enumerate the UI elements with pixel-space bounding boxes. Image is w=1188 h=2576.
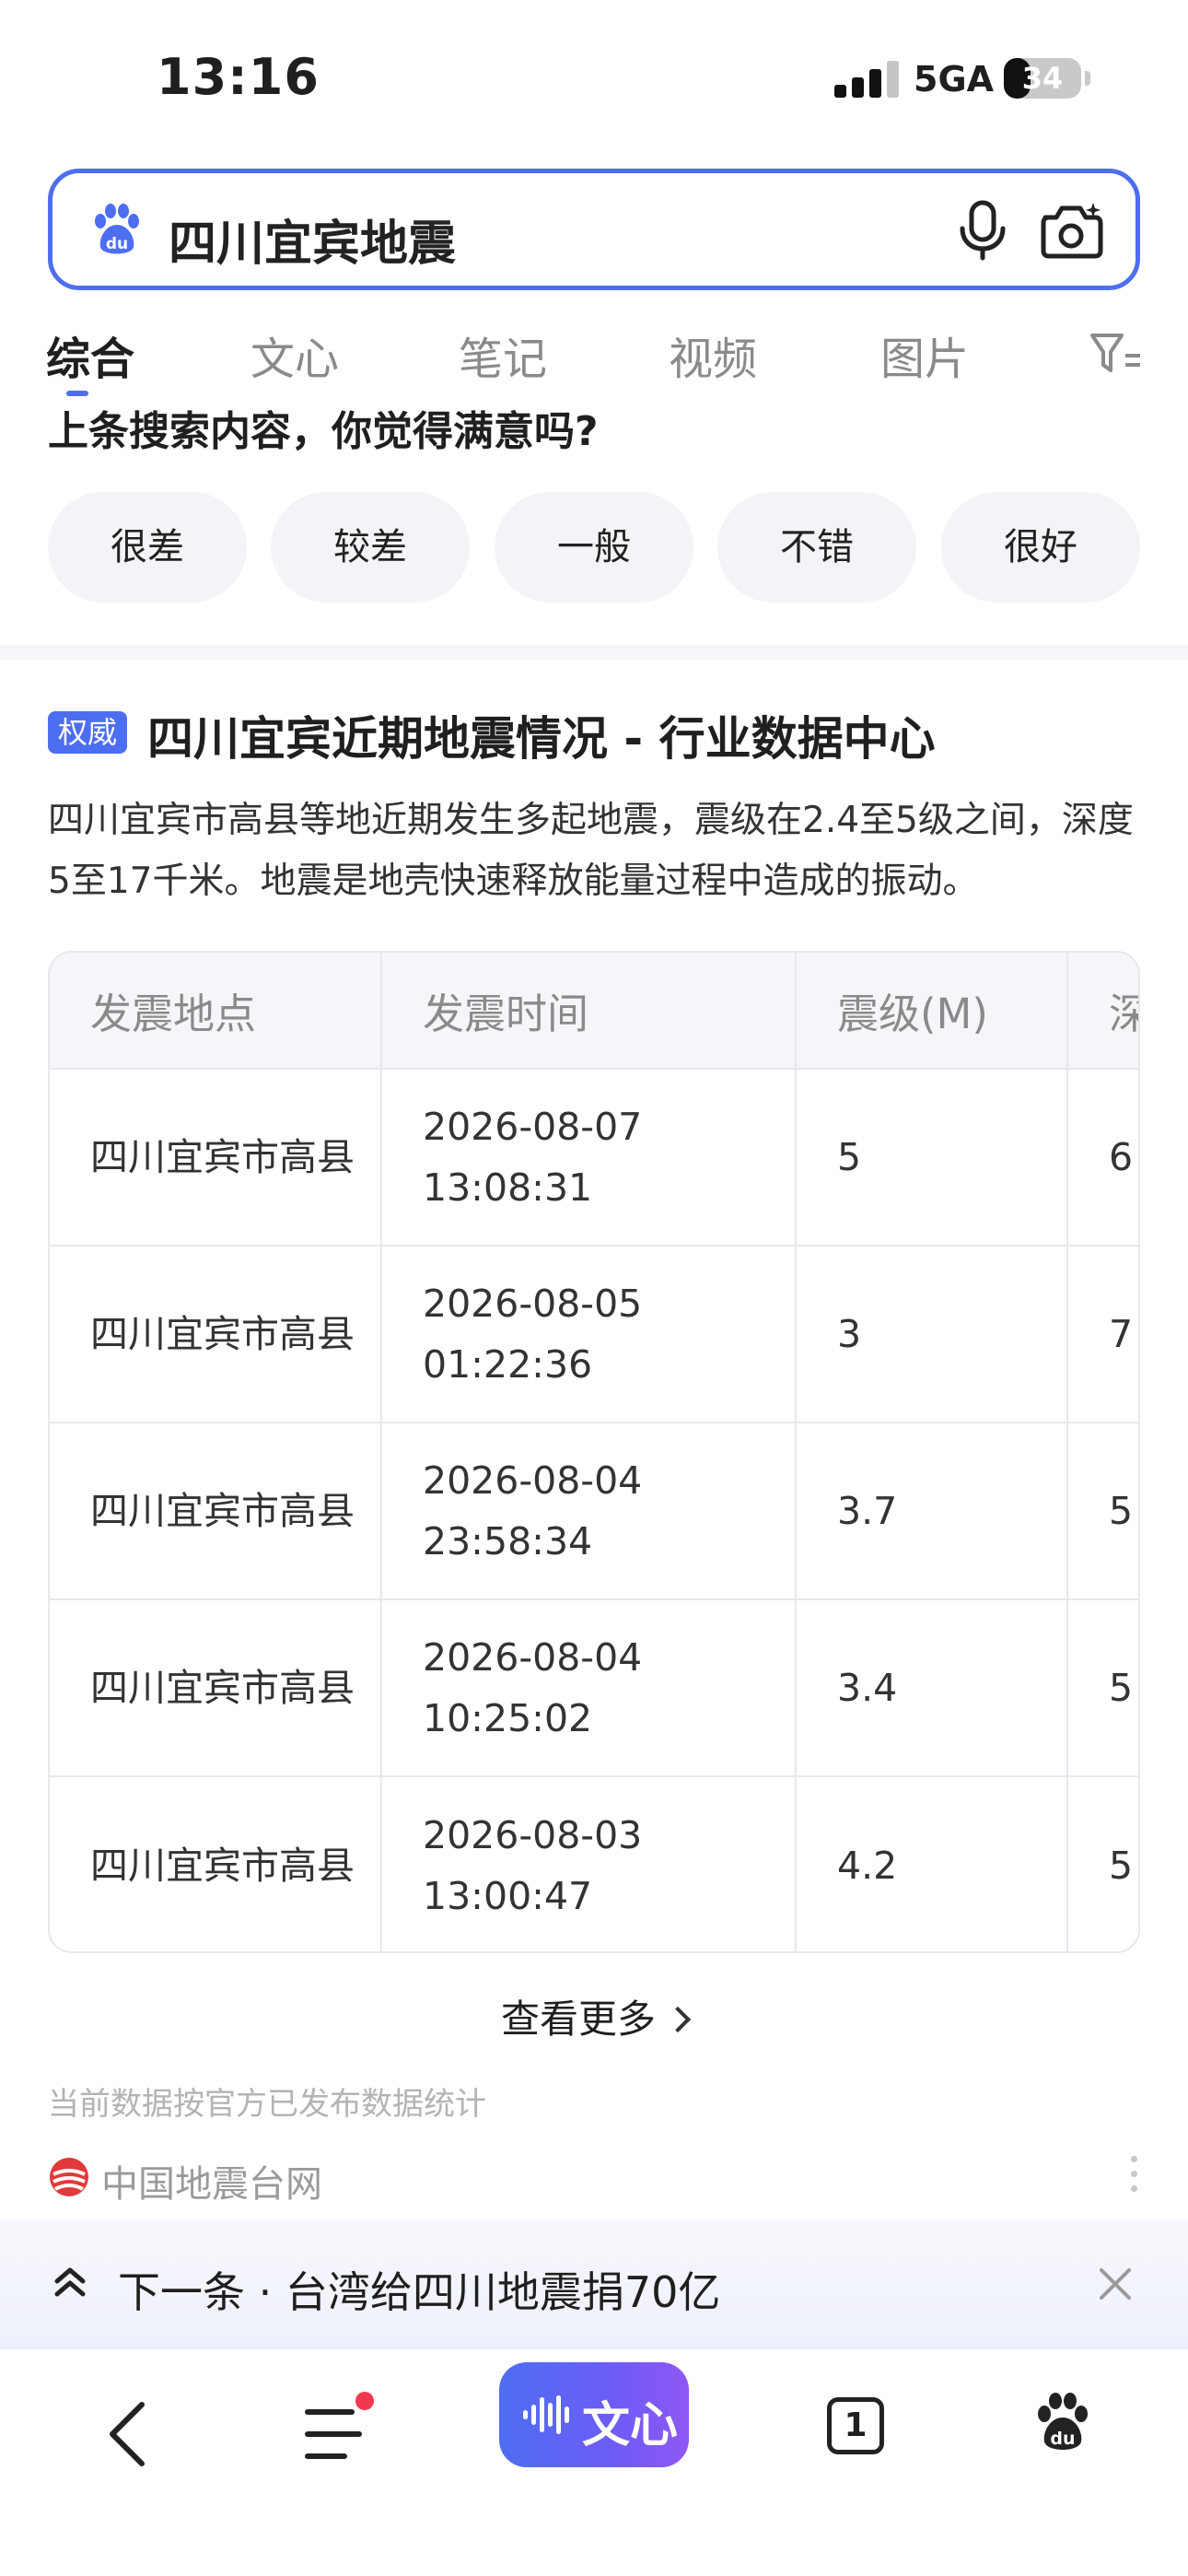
cell-time: 2026-08-03 13:00:47 bbox=[381, 1776, 797, 1951]
feedback-average-button[interactable]: 一般 bbox=[495, 492, 693, 603]
cell-magnitude: 3.4 bbox=[796, 1599, 1068, 1777]
authority-badge: 权威 bbox=[48, 711, 127, 754]
wenxin-label: 文心 bbox=[582, 2398, 679, 2453]
see-more-label: 查看更多 bbox=[500, 1996, 656, 2042]
svg-text:du: du bbox=[1050, 2429, 1075, 2449]
cell-magnitude: 3.7 bbox=[796, 1423, 1068, 1600]
feedback-very-good-button[interactable]: 很好 bbox=[941, 492, 1140, 603]
cell-location: 四川宜宾市高县 bbox=[50, 1599, 382, 1777]
camera-search-icon[interactable] bbox=[1038, 201, 1106, 260]
table-header-row: 发震地点 发震时间 震级(M) 深 bbox=[50, 953, 1138, 1070]
status-bar: 13:16 5GA 34 bbox=[0, 0, 1188, 157]
cell-location: 四川宜宾市高县 bbox=[50, 1776, 382, 1951]
baidu-paw-icon: du bbox=[95, 204, 139, 254]
cell-time: 2026-08-07 13:08:31 bbox=[381, 1069, 797, 1247]
cell-depth: 5 bbox=[1067, 1776, 1138, 1951]
cell-depth: 6 bbox=[1067, 1069, 1138, 1247]
header-time: 发震时间 bbox=[381, 953, 797, 1070]
cell-location: 四川宜宾市高县 bbox=[50, 1069, 382, 1247]
double-chevron-up-icon bbox=[54, 2267, 86, 2297]
back-icon[interactable] bbox=[101, 2397, 153, 2471]
baidu-home-icon[interactable]: du bbox=[1033, 2392, 1092, 2454]
search-box[interactable]: du 四川宜宾地震 bbox=[48, 169, 1140, 290]
tab-count-button[interactable]: 1 bbox=[827, 2397, 884, 2454]
feedback-very-bad-button[interactable]: 很差 bbox=[48, 492, 247, 603]
table-row: 四川宜宾市高县 2026-08-03 13:00:47 4.2 5 bbox=[50, 1776, 1138, 1951]
cell-magnitude: 3 bbox=[796, 1246, 1068, 1423]
table-row: 四川宜宾市高县 2026-08-04 23:58:34 3.7 5 bbox=[50, 1423, 1138, 1600]
next-result-text[interactable]: 下一条 · 台湾给四川地震捐70亿 bbox=[118, 2259, 720, 2320]
feedback-bad-button[interactable]: 较差 bbox=[271, 492, 470, 603]
cell-depth: 5 bbox=[1067, 1599, 1138, 1777]
cell-time: 2026-08-04 23:58:34 bbox=[381, 1423, 797, 1600]
table-row: 四川宜宾市高县 2026-08-07 13:08:31 5 6 bbox=[50, 1069, 1138, 1247]
section-divider bbox=[0, 645, 1188, 660]
svg-text:du: du bbox=[106, 235, 128, 253]
feedback-question: 上条搜索内容，你觉得满意吗? bbox=[48, 408, 599, 455]
active-tab-indicator bbox=[66, 391, 88, 396]
earthquake-table[interactable]: 发震地点 发震时间 震级(M) 深 四川宜宾市高县 2026-08-07 13:… bbox=[48, 951, 1140, 1953]
tab-wenxin[interactable]: 文心 bbox=[250, 322, 339, 387]
cell-location: 四川宜宾市高县 bbox=[50, 1246, 382, 1423]
menu-icon[interactable] bbox=[304, 2401, 368, 2465]
result-description: 四川宜宾市高县等地近期发生多起地震，震级在2.4至5级之间，深度5至17千米。地… bbox=[48, 800, 1134, 902]
see-more-link[interactable]: 查看更多 bbox=[0, 1988, 1188, 2044]
source-name[interactable]: 中国地震台网 bbox=[101, 2154, 322, 2207]
battery-level: 34 bbox=[1021, 61, 1064, 96]
close-icon[interactable] bbox=[1094, 2263, 1136, 2305]
cell-depth: 5 bbox=[1067, 1423, 1138, 1600]
filter-icon[interactable] bbox=[1089, 330, 1142, 376]
table-row: 四川宜宾市高县 2026-08-05 01:22:36 3 7 bbox=[50, 1246, 1138, 1423]
search-query[interactable]: 四川宜宾地震 bbox=[169, 205, 456, 274]
header-magnitude: 震级(M) bbox=[796, 953, 1068, 1070]
notification-dot bbox=[355, 2392, 374, 2410]
result-title[interactable]: 四川宜宾近期地震情况 - 行业数据中心 bbox=[147, 702, 936, 768]
table-row: 四川宜宾市高县 2026-08-04 10:25:02 3.4 5 bbox=[50, 1599, 1138, 1777]
data-note: 当前数据按官方已发布数据统计 bbox=[48, 2086, 486, 2123]
header-location: 发震地点 bbox=[50, 953, 382, 1070]
battery-icon: 34 bbox=[1004, 58, 1081, 99]
search-tabs: 综合 文心 笔记 视频 图片 bbox=[0, 313, 1188, 396]
bottom-nav: 文心 1 du bbox=[0, 2351, 1188, 2576]
source-logo-icon bbox=[50, 2158, 88, 2196]
microphone-icon[interactable] bbox=[955, 199, 1010, 262]
network-type: 5GA bbox=[914, 59, 995, 100]
feedback-good-button[interactable]: 不错 bbox=[717, 492, 916, 603]
status-time: 13:16 bbox=[157, 48, 320, 106]
tab-images[interactable]: 图片 bbox=[880, 322, 969, 387]
next-result-banner[interactable]: 下一条 · 台湾给四川地震捐70亿 bbox=[0, 2220, 1188, 2349]
cell-depth: 7 bbox=[1067, 1246, 1138, 1423]
tab-comprehensive[interactable]: 综合 bbox=[46, 322, 134, 387]
cell-location: 四川宜宾市高县 bbox=[50, 1423, 382, 1600]
header-depth: 深 bbox=[1067, 953, 1138, 1070]
feedback-options: 很差 较差 一般 不错 很好 bbox=[48, 492, 1140, 603]
more-options-icon[interactable] bbox=[1131, 2156, 1140, 2196]
tab-notes[interactable]: 笔记 bbox=[459, 322, 547, 387]
cell-time: 2026-08-04 10:25:02 bbox=[381, 1599, 797, 1777]
tab-video[interactable]: 视频 bbox=[669, 322, 757, 387]
wenxin-button[interactable]: 文心 bbox=[499, 2362, 689, 2467]
cell-magnitude: 5 bbox=[796, 1069, 1068, 1247]
cell-time: 2026-08-05 01:22:36 bbox=[381, 1246, 797, 1423]
cell-magnitude: 4.2 bbox=[796, 1776, 1068, 1951]
chevron-right-icon bbox=[664, 2006, 692, 2033]
battery-tip bbox=[1085, 71, 1090, 86]
voice-wave-icon bbox=[523, 2395, 569, 2434]
signal-icon bbox=[834, 61, 901, 98]
